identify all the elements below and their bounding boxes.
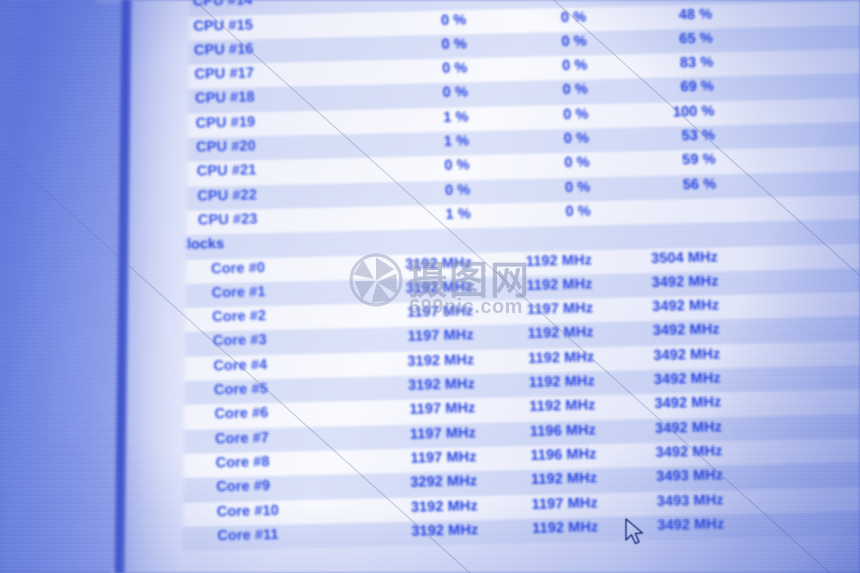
row-value-3: 3504 MHz xyxy=(650,248,719,267)
row-value-1: 1 % xyxy=(443,109,469,126)
row-value-2: 1197 MHz xyxy=(531,494,598,513)
row-value-2: 0 % xyxy=(561,33,588,50)
row-value-2: 1192 MHz xyxy=(527,324,594,343)
row-value-1: 1197 MHz xyxy=(410,449,477,467)
row-value-2: 0 % xyxy=(561,57,588,75)
row-value-2: 0 % xyxy=(563,106,589,123)
row-value-2: 0 % xyxy=(563,130,590,148)
row-value-2: 1192 MHz xyxy=(525,251,593,270)
row-value-3: 3492 MHz xyxy=(653,370,721,389)
row-value-3: 3492 MHz xyxy=(652,297,720,316)
photo-blur-layer: CPU #130 %0 %68 %CPU #140 %0 %93 %CPU #1… xyxy=(0,0,860,573)
row-value-2: 1192 MHz xyxy=(528,373,596,391)
row-value-3: 3492 MHz xyxy=(651,273,719,291)
row-value-3: 3492 MHz xyxy=(654,419,723,437)
row-value-3: 48 % xyxy=(678,6,713,23)
row-value-2: 0 % xyxy=(560,9,587,26)
row-value-2: 1192 MHz xyxy=(530,470,598,489)
row-value-3: 3492 MHz xyxy=(654,394,722,413)
row-value-2: 0 % xyxy=(564,154,590,172)
row-value-2: 1196 MHz xyxy=(530,446,597,464)
row-value-3 xyxy=(607,200,717,203)
row-value-1: 1197 MHz xyxy=(409,424,477,443)
row-value-2: 1192 MHz xyxy=(527,349,595,367)
monitor-bezel xyxy=(0,0,128,573)
row-value-1: 1197 MHz xyxy=(407,327,474,346)
row-value-2: 1192 MHz xyxy=(532,519,599,537)
row-value-3: 53 % xyxy=(681,127,716,145)
row-value-1: 0 % xyxy=(441,60,468,78)
row-value-3: 3492 MHz xyxy=(652,321,720,340)
row-value-3: 69 % xyxy=(680,78,715,96)
mouse-cursor-icon xyxy=(625,518,644,545)
row-value-3: 3493 MHz xyxy=(656,491,724,510)
monitor-screen: CPU #130 %0 %68 %CPU #140 %0 %93 %CPU #1… xyxy=(96,0,860,573)
screenshot-root: CPU #130 %0 %68 %CPU #140 %0 %93 %CPU #1… xyxy=(0,0,860,573)
row-value-3: 100 % xyxy=(672,103,715,121)
row-value-3: 3493 MHz xyxy=(656,467,724,486)
row-value-1: 1 % xyxy=(443,133,470,150)
row-value-3: 59 % xyxy=(682,151,716,169)
row-value-3: 56 % xyxy=(682,176,717,193)
row-value-3: 65 % xyxy=(679,30,713,48)
row-value-2: 1196 MHz xyxy=(529,421,597,440)
row-value-1: 3192 MHz xyxy=(407,351,475,370)
row-value-1: 0 % xyxy=(444,181,471,199)
row-value-2: 1192 MHz xyxy=(526,276,593,294)
row-value-1: 1 % xyxy=(445,206,472,223)
row-value-2: 1192 MHz xyxy=(529,397,596,416)
row-value-1: 3192 MHz xyxy=(407,376,476,394)
row-value-1: 3192 MHz xyxy=(404,254,473,273)
row-value-1: 1197 MHz xyxy=(406,303,474,321)
row-value-1: 1197 MHz xyxy=(409,400,476,419)
row-value-2: 1197 MHz xyxy=(526,300,594,319)
row-value-2: 0 % xyxy=(562,81,589,99)
row-value-1: 3292 MHz xyxy=(410,473,478,491)
row-value-2: 0 % xyxy=(482,0,586,3)
row-value-3: 3492 MHz xyxy=(653,346,721,364)
row-value-2: 0 % xyxy=(564,179,591,196)
row-value-1: 0 % xyxy=(442,84,469,102)
row-value-1: 0 % xyxy=(440,11,467,29)
row-value-1: 3192 MHz xyxy=(411,521,479,540)
row-value-1: 0 % xyxy=(362,0,466,6)
row-value-3: 3492 MHz xyxy=(655,443,723,461)
row-value-1: 3192 MHz xyxy=(410,497,478,516)
row-value-1: 0 % xyxy=(444,157,470,175)
row-value-2: 0 % xyxy=(565,203,592,220)
row-value-1: 3192 MHz xyxy=(405,279,473,297)
row-value-1: 0 % xyxy=(441,36,468,53)
row-value-3: 83 % xyxy=(679,54,714,72)
